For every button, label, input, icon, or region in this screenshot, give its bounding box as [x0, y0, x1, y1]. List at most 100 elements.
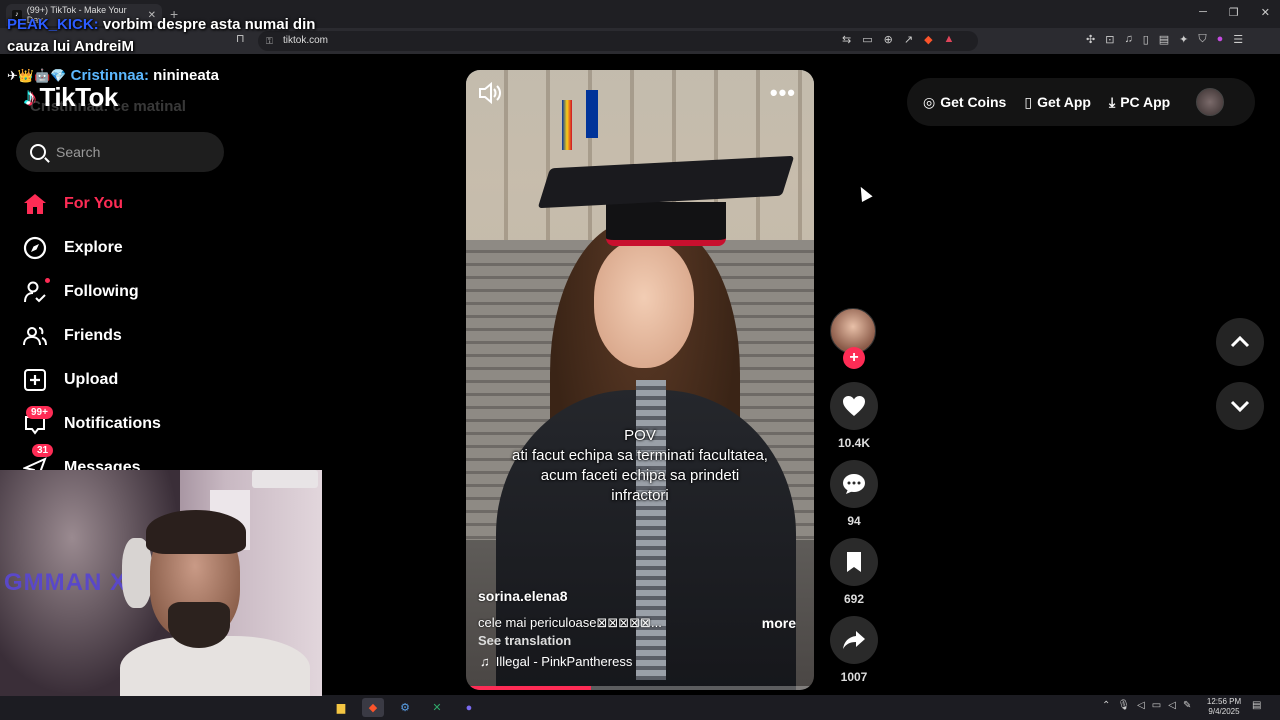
media-icon[interactable]: ♫ — [1124, 33, 1132, 46]
like-button[interactable] — [830, 382, 878, 430]
search-input[interactable] — [56, 144, 206, 160]
music-info[interactable]: ♫ Illegal - PinkPantheress — [480, 654, 632, 669]
brave-rewards-icon[interactable]: ▲ — [944, 33, 955, 46]
sidebar-item-label: For You — [64, 195, 123, 212]
next-video-button[interactable] — [1216, 382, 1264, 430]
comment-button[interactable] — [830, 460, 878, 508]
more-button[interactable]: more — [762, 615, 796, 631]
sidebar-item-notifications[interactable]: 99+ Notifications — [22, 402, 222, 446]
system-tray: ⌃ 🎙 ◁ ▭ ◁ ✎ — [1102, 700, 1191, 711]
get-app-button[interactable]: ▯ Get App — [1024, 94, 1091, 111]
excel-icon[interactable]: ✕ — [426, 698, 448, 717]
video-progress-bar[interactable] — [466, 686, 814, 690]
tray-expand-icon[interactable]: ⌃ — [1102, 700, 1110, 711]
get-coins-button[interactable]: ◎ Get Coins — [923, 94, 1006, 111]
sound-icon[interactable] — [478, 81, 502, 110]
cast-icon[interactable]: ▭ — [862, 33, 872, 46]
webcam-air-conditioner — [252, 470, 318, 488]
streamer — [120, 510, 310, 696]
discord-icon[interactable]: ● — [458, 698, 480, 717]
screenshot-icon[interactable]: ⊡ — [1105, 33, 1114, 46]
file-explorer-icon[interactable]: ▆ — [330, 698, 352, 717]
share-icon[interactable]: ↗ — [904, 33, 913, 46]
brave-browser-icon[interactable]: ◆ — [362, 698, 384, 717]
creator-avatar[interactable]: + — [830, 308, 876, 369]
streamer-beard — [168, 602, 230, 648]
steam-icon[interactable]: ⚙ — [394, 698, 416, 717]
bookmark-icon — [847, 552, 861, 572]
window-controls: ─ ❐ ✕ — [1199, 6, 1270, 19]
sidebar-item-label: Upload — [64, 371, 119, 388]
comment-icon — [843, 474, 865, 494]
video-flag — [562, 100, 572, 150]
chat-message-1: PEAK_KICK: vorbim despre asta numai din … — [7, 14, 352, 58]
chat-badges-icon: ✈👑🤖💎 — [7, 68, 67, 83]
video-author[interactable]: sorina.elena8 — [478, 588, 568, 604]
wallet-icon[interactable]: ▤ — [1159, 33, 1169, 46]
volume-icon[interactable]: ◁ — [1168, 700, 1176, 711]
translate-icon[interactable]: ⇆ — [842, 33, 851, 46]
zoom-icon[interactable]: ⊕ — [884, 33, 893, 46]
search-icon — [30, 144, 46, 160]
download-icon: ⤓ — [1108, 93, 1116, 110]
extension-icons: ✣ ⊡ ♫ ▯ ▤ ✦ ⛉ ● ☰ — [1086, 33, 1243, 46]
leo-icon[interactable]: ✦ — [1179, 33, 1188, 46]
sidebar-nav: For You Explore Following Friends Upload… — [22, 182, 222, 490]
sidebar-item-label: Following — [64, 283, 139, 300]
previous-video-button[interactable] — [1216, 318, 1264, 366]
sidebar-item-friends[interactable]: Friends — [22, 314, 222, 358]
network-icon[interactable]: ▭ — [1152, 700, 1161, 711]
see-translation-link[interactable]: See translation — [478, 633, 571, 648]
tiktok-logo[interactable]: ♪ TikTok — [24, 82, 118, 113]
video-progress-fill — [466, 686, 592, 690]
save-action: 692 — [830, 538, 878, 616]
sidebar-item-upload[interactable]: Upload — [22, 358, 222, 402]
compass-icon — [22, 235, 48, 261]
tiktok-note-icon: ♪ — [24, 83, 36, 111]
brave-shield-icon[interactable]: ◆ — [924, 33, 932, 46]
minimize-button[interactable]: ─ — [1199, 6, 1207, 19]
save-button[interactable] — [830, 538, 878, 586]
phone-icon: ▯ — [1024, 93, 1033, 110]
video-player[interactable]: ••• POV ati facut echipa sa terminati fa… — [466, 70, 814, 690]
share-button[interactable] — [830, 616, 878, 664]
like-action: 10.4K — [830, 382, 878, 460]
like-count: 10.4K — [837, 436, 871, 450]
messages-badge: 31 — [32, 444, 54, 457]
chat-username: PEAK_KICK: — [7, 16, 99, 33]
search-bar[interactable] — [16, 132, 224, 172]
notifications-badge: 99+ — [26, 406, 53, 419]
speaker-icon[interactable]: ◁ — [1137, 700, 1145, 711]
pc-app-label: PC App — [1120, 94, 1171, 110]
menu-icon[interactable]: ☰ — [1233, 33, 1243, 46]
more-options-icon[interactable]: ••• — [770, 80, 796, 106]
logo-text: TikTok — [39, 82, 119, 112]
video-description: cele mai periculoase⊠⊠⊠⊠⊠... — [478, 615, 662, 630]
sidebar-item-for-you[interactable]: For You — [22, 182, 222, 226]
cap-top — [537, 155, 795, 209]
maximize-button[interactable]: ❐ — [1229, 6, 1239, 19]
follow-plus-icon[interactable]: + — [843, 347, 865, 369]
taskbar-clock[interactable]: 12:56 PM 9/4/2025 — [1200, 697, 1248, 717]
notification-center-icon[interactable]: ▤ — [1252, 700, 1261, 711]
music-note-icon: ♫ — [480, 654, 490, 669]
pen-icon[interactable]: ✎ — [1183, 700, 1191, 711]
profile-avatar[interactable] — [1196, 88, 1225, 116]
top-right-actions: ◎ Get Coins ▯ Get App ⤓ PC App — [907, 78, 1255, 126]
sidebar-item-following[interactable]: Following — [22, 270, 222, 314]
following-icon — [22, 279, 48, 305]
taskbar-apps: ▆ ◆ ⚙ ✕ ● — [330, 698, 480, 717]
close-window-button[interactable]: ✕ — [1261, 6, 1270, 19]
profile-extension-icon[interactable]: ● — [1217, 33, 1224, 46]
music-title: Illegal - PinkPantheress — [495, 654, 633, 669]
chevron-down-icon — [1230, 400, 1250, 412]
extensions-icon[interactable]: ✣ — [1086, 33, 1095, 46]
microphone-icon[interactable]: 🎙 — [1117, 700, 1130, 711]
pc-app-button[interactable]: ⤓ PC App — [1109, 94, 1170, 111]
sidebar-item-explore[interactable]: Explore — [22, 226, 222, 270]
video-subject-necklace — [636, 380, 666, 680]
sidebar-icon[interactable]: ▯ — [1143, 33, 1149, 46]
streamer-webcam: GMMAN X KICK — [0, 470, 322, 696]
streamer-body — [120, 636, 310, 696]
vpn-icon[interactable]: ⛉ — [1198, 33, 1206, 46]
